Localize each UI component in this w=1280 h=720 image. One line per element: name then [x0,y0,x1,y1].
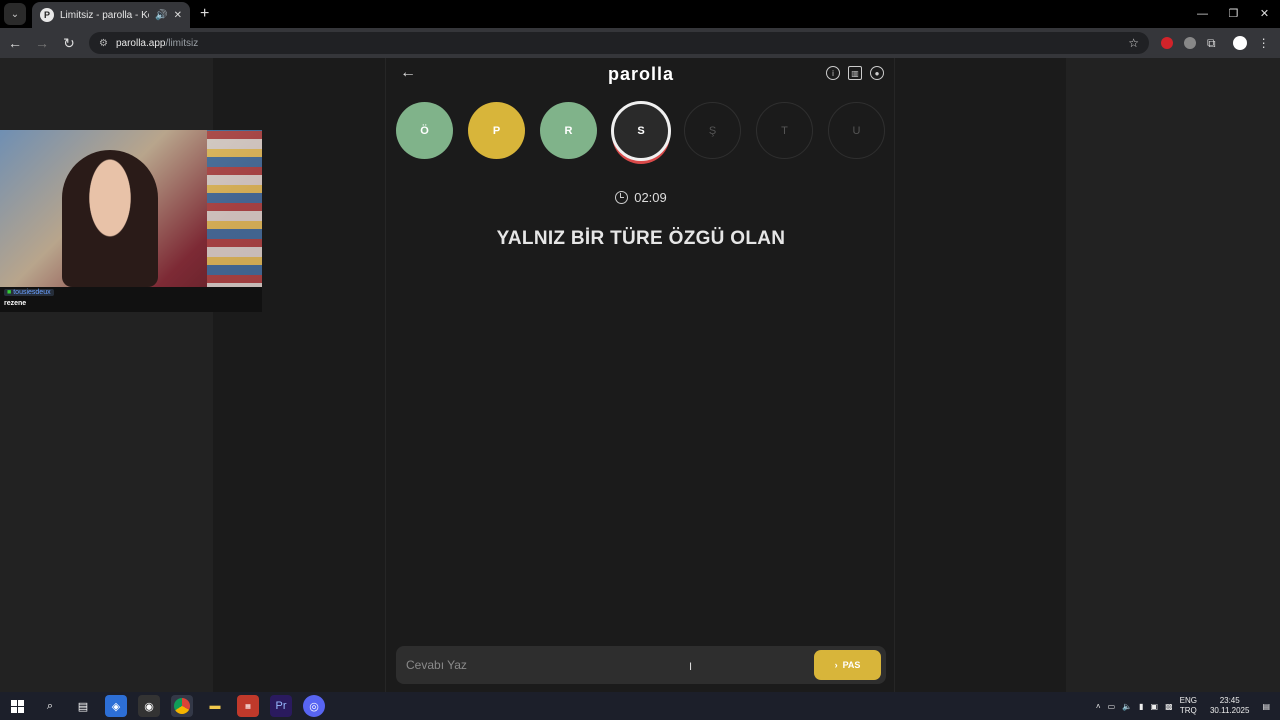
obs-icon[interactable]: ◉ [138,695,160,717]
chat-username: ■ tousiesdeux [4,289,54,296]
url-host: parolla.app [115,37,166,49]
notifications-icon[interactable]: ▤ [1262,702,1270,711]
reload-button[interactable]: ↻ [57,35,81,52]
chevron-right-icon: › [834,660,838,670]
clock-icon [615,191,629,204]
browser-tab-bar: ⌄ P Limitsiz - parolla - Kelime o 🔊 ✕ + … [0,0,1280,28]
parolla-favicon-icon: P [40,8,54,22]
close-tab-icon[interactable]: ✕ [174,10,182,21]
header-icons: i ▥ ● [826,66,884,80]
back-button[interactable]: ← [3,35,27,51]
chevron-up-icon[interactable]: ˄ [1096,702,1101,711]
new-tab-button[interactable]: + [200,5,209,23]
bookshelf-image [207,130,262,287]
letter-circle-u: U [828,102,885,159]
letter-circle-s-current: S [611,101,671,161]
profile-icon[interactable]: ● [870,66,884,80]
minimize-button[interactable]: — [1187,0,1218,28]
extension-red-icon[interactable] [1161,37,1173,49]
chat-message: rezene [4,300,27,307]
browser-menu-icon[interactable]: ⋮ [1258,36,1270,50]
volume-icon[interactable]: 🔈 [1122,702,1132,711]
webcam-overlay [0,130,262,287]
search-icon[interactable]: ⌕ [39,695,61,717]
letter-circle-sh: Ş [684,102,741,159]
tab-title: Limitsiz - parolla - Kelime o [60,9,149,21]
letter-circle-p: P [468,102,525,159]
close-window-button[interactable]: ✕ [1249,0,1280,28]
address-bar[interactable]: ⚙ parolla.app/limitsiz ☆ [89,32,1149,54]
browser-toolbar: ← → ↻ ⚙ parolla.app/limitsiz ☆ ⧉ ⋮ [0,28,1280,58]
question-text: YALNIZ BİR TÜRE ÖZGÜ OLAN [496,228,786,249]
language-indicator[interactable]: ENG TRQ [1180,696,1197,716]
discord-icon[interactable]: ◎ [303,695,325,717]
file-explorer-icon[interactable]: ▬ [204,695,226,717]
timer-value: 02:09 [634,190,667,205]
site-settings-icon[interactable]: ⚙ [99,38,108,49]
extensions-area: ⧉ ⋮ [1161,36,1270,51]
answer-input[interactable] [396,646,806,684]
voice-app-icon[interactable]: ▦ [237,695,259,717]
profile-avatar[interactable] [1232,36,1247,50]
extension-gray-icon[interactable] [1184,37,1196,49]
right-side-panel [1066,58,1280,692]
text-cursor-icon: I [689,661,693,673]
speaker-icon[interactable]: 🔊 [155,10,167,21]
copilot-icon[interactable]: ◈ [105,695,127,717]
window-controls: — ❐ ✕ [1187,0,1280,28]
browser-tab[interactable]: P Limitsiz - parolla - Kelime o 🔊 ✕ [32,2,190,28]
letter-row: Ö P R S Ş T U [396,101,886,164]
pas-label: PAS [842,660,861,670]
bookmark-star-icon[interactable]: ☆ [1128,36,1139,50]
parolla-logo: parolla [607,64,675,84]
chat-overlay: ■ tousiesdeux rezene [0,287,262,312]
pas-button[interactable]: › PAS [814,650,881,680]
premiere-pro-icon[interactable]: Pr [270,695,292,717]
forward-button[interactable]: → [30,35,54,51]
tab-search-button[interactable]: ⌄ [4,3,26,25]
network-icon[interactable]: ▣ [1151,702,1159,711]
letter-circle-r: R [540,102,597,159]
task-view-icon[interactable]: ▤ [72,695,94,717]
info-icon[interactable]: i [826,66,840,80]
app-tray-icon[interactable]: ▩ [1165,702,1173,711]
start-button[interactable] [6,695,28,717]
battery-icon[interactable]: ▭ [1108,702,1116,711]
url-path: /limitsiz [165,37,199,49]
restore-button[interactable]: ❐ [1218,0,1249,28]
timer: 02:09 [386,190,896,205]
streamer-image [62,150,158,287]
extensions-puzzle-icon[interactable]: ⧉ [1207,36,1216,51]
taskbar-clock[interactable]: 23:45 30.11.2025 [1210,696,1249,716]
chat-badge-icon: ■ [7,289,12,296]
chrome-icon[interactable] [171,695,193,717]
answer-bar: I › PAS [396,646,886,684]
web-page: ■ tousiesdeux rezene ← parolla i ▥ ● Ö P … [0,58,1280,692]
stats-icon[interactable]: ▥ [848,66,862,80]
windows-taskbar: ⌕ ▤ ◈ ◉ ▬ ▦ Pr ◎ ˄ ▭ 🔈 ▮ ▣ ▩ ENG TRQ 23:4… [0,692,1280,720]
game-panel: ← parolla i ▥ ● Ö P R S Ş T U 02:09 YALN… [385,58,895,692]
letter-circle-t: T [756,102,813,159]
game-header: ← parolla i ▥ ● [386,58,896,92]
microphone-icon[interactable]: ▮ [1139,702,1143,711]
letter-circle-o: Ö [396,102,453,159]
system-tray: ˄ ▭ 🔈 ▮ ▣ ▩ ENG TRQ 23:45 30.11.2025 ▤ [1096,692,1280,720]
